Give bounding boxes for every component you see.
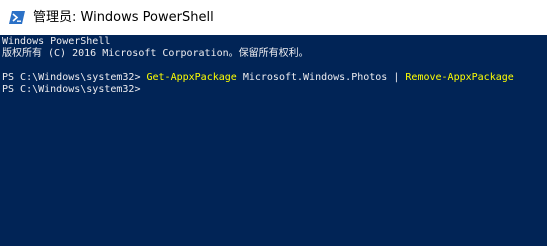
cmdlet-remove-appxpackage: Remove-AppxPackage <box>405 72 514 83</box>
command-argument: Microsoft.Windows.Photos <box>236 72 394 83</box>
banner-title: Windows PowerShell <box>2 36 111 47</box>
current-prompt-line[interactable]: PS C:\Windows\system32> <box>2 84 140 96</box>
prompt: PS C:\Windows\system32> <box>2 84 141 95</box>
banner-copyright: 版权所有 (C) 2016 Microsoft Corporation。保留所有… <box>2 48 309 59</box>
window-title: 管理员: Windows PowerShell <box>33 10 214 25</box>
pipe-operator: | <box>393 72 406 83</box>
prompt: PS C:\Windows\system32> <box>2 72 147 83</box>
powershell-icon <box>9 11 25 24</box>
title-bar[interactable]: 管理员: Windows PowerShell <box>0 0 547 35</box>
powershell-window: 管理员: Windows PowerShell Windows PowerShe… <box>0 0 547 246</box>
command-line: PS C:\Windows\system32> Get-AppxPackage … <box>2 72 514 84</box>
console-area[interactable]: Windows PowerShell 版权所有 (C) 2016 Microso… <box>0 35 547 246</box>
cmdlet-get-appxpackage: Get-AppxPackage <box>146 72 237 83</box>
